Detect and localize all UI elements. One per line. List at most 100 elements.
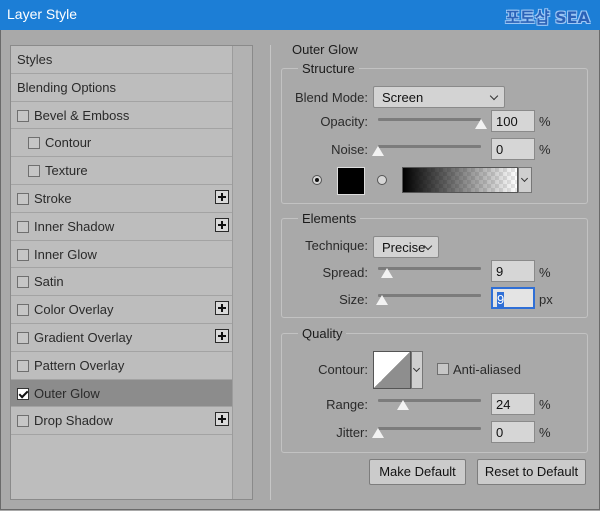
noise-unit: % [539, 142, 551, 157]
size-unit: px [539, 292, 553, 307]
reset-to-default-button[interactable]: Reset to Default [477, 459, 586, 485]
style-item-inner-glow[interactable]: Inner Glow [11, 241, 233, 269]
outer-glow-title: Outer Glow [292, 42, 358, 57]
blend-mode-value: Screen [382, 90, 424, 105]
style-item-pattern-overlay[interactable]: Pattern Overlay [11, 352, 233, 380]
add-effect-plus-icon[interactable] [215, 329, 229, 343]
jitter-slider[interactable] [378, 427, 481, 430]
style-checkbox[interactable] [17, 276, 29, 289]
style-item-blending-options[interactable]: Blending Options [11, 74, 233, 102]
range-input[interactable]: 24 [491, 393, 535, 415]
opacity-slider-thumb[interactable] [475, 119, 487, 129]
jitter-slider-thumb[interactable] [372, 428, 384, 438]
style-item-label: Blending Options [17, 79, 117, 95]
style-item-label: Stroke [34, 191, 72, 206]
anti-aliased-label: Anti-aliased [453, 362, 521, 377]
blend-mode-dropdown[interactable]: Screen [373, 86, 505, 108]
size-slider[interactable] [378, 294, 481, 297]
style-checkbox[interactable] [28, 165, 40, 178]
glow-color-swatch[interactable] [337, 167, 365, 195]
style-checkbox[interactable] [28, 137, 40, 150]
style-item-label: Outer Glow [34, 385, 100, 401]
style-item-label: Color Overlay [34, 302, 114, 318]
style-item-gradient-overlay[interactable]: Gradient Overlay [11, 324, 233, 352]
size-input[interactable]: 9 [491, 287, 535, 309]
title-bar: Layer Style 포토샵 SEA [0, 0, 600, 30]
jitter-input[interactable]: 0 [491, 421, 535, 443]
spread-slider-thumb[interactable] [381, 268, 394, 278]
opacity-input[interactable]: 100 [491, 110, 535, 132]
noise-label: Noise: [331, 142, 368, 157]
style-checkbox[interactable] [17, 109, 29, 122]
style-item-drop-shadow[interactable]: Drop Shadow [11, 407, 233, 436]
style-item-label: Drop Shadow [34, 413, 113, 429]
style-item-label: Satin [34, 274, 64, 290]
structure-title: Structure [298, 61, 359, 76]
panel-divider [270, 45, 271, 500]
size-slider-thumb[interactable] [376, 295, 389, 305]
style-item-label: Styles [17, 52, 53, 67]
style-checkbox[interactable] [17, 248, 29, 261]
style-checkbox[interactable] [17, 387, 29, 400]
style-item-stroke[interactable]: Stroke [11, 185, 233, 213]
opacity-slider[interactable] [378, 118, 481, 121]
opacity-label: Opacity: [320, 114, 368, 129]
range-label: Range: [326, 397, 368, 412]
gradient-picker-chevron-icon[interactable] [518, 167, 532, 193]
chevron-down-icon [489, 91, 499, 101]
style-checkbox[interactable] [17, 220, 29, 233]
range-slider-thumb[interactable] [396, 400, 409, 410]
glow-gradient-swatch[interactable] [402, 167, 518, 193]
solid-color-radio[interactable] [312, 175, 322, 185]
add-effect-plus-icon[interactable] [215, 217, 229, 232]
style-item-satin[interactable]: Satin [11, 268, 233, 297]
jitter-label: Jitter: [336, 425, 368, 440]
noise-slider-thumb[interactable] [372, 146, 384, 156]
style-item-contour[interactable]: Contour [11, 129, 233, 158]
style-item-label: Pattern Overlay [34, 357, 125, 373]
anti-aliased-checkbox[interactable] [437, 363, 449, 375]
spread-input[interactable]: 9 [491, 260, 535, 282]
style-item-label: Contour [45, 135, 92, 151]
style-item-label: Gradient Overlay [34, 330, 133, 345]
style-item-label: Bevel & Emboss [34, 107, 130, 123]
style-checkbox[interactable] [17, 304, 29, 317]
style-item-texture[interactable]: Texture [11, 157, 233, 185]
make-default-button[interactable]: Make Default [369, 459, 466, 485]
style-item-label: Inner Glow [34, 246, 97, 262]
blend-mode-label: Blend Mode: [295, 90, 368, 105]
technique-label: Technique: [305, 238, 368, 253]
style-item-bevel-emboss[interactable]: Bevel & Emboss [11, 102, 233, 130]
style-checkbox[interactable] [17, 332, 29, 344]
styles-list-scrollbar[interactable] [232, 46, 252, 499]
noise-slider[interactable] [378, 145, 481, 148]
spread-label: Spread: [322, 265, 368, 280]
technique-dropdown[interactable]: Precise [373, 236, 439, 258]
style-checkbox[interactable] [17, 359, 29, 372]
style-item-inner-shadow[interactable]: Inner Shadow [11, 213, 233, 241]
style-checkbox[interactable] [17, 193, 29, 205]
add-effect-plus-icon[interactable] [215, 190, 229, 204]
technique-value: Precise [382, 240, 426, 255]
watermark-logo: 포토샵 SEA [505, 8, 590, 27]
size-label: Size: [339, 292, 368, 307]
range-slider[interactable] [378, 399, 481, 402]
spread-unit: % [539, 265, 551, 280]
add-effect-plus-icon[interactable] [215, 412, 229, 427]
elements-title: Elements [298, 211, 361, 226]
style-item-styles[interactable]: Styles [11, 46, 233, 74]
range-unit: % [539, 397, 551, 412]
jitter-unit: % [539, 425, 551, 440]
contour-picker-chevron-icon[interactable] [411, 351, 423, 389]
style-item-outer-glow[interactable]: Outer Glow [11, 379, 233, 408]
contour-preview[interactable] [373, 351, 411, 389]
add-effect-plus-icon[interactable] [215, 301, 229, 316]
quality-title: Quality [298, 326, 347, 341]
gradient-radio[interactable] [377, 175, 387, 185]
noise-input[interactable]: 0 [491, 138, 535, 160]
style-item-label: Inner Shadow [34, 218, 115, 234]
style-item-color-overlay[interactable]: Color Overlay [11, 296, 233, 324]
style-checkbox[interactable] [17, 415, 29, 428]
contour-label: Contour: [318, 362, 368, 377]
spread-slider[interactable] [378, 267, 481, 270]
